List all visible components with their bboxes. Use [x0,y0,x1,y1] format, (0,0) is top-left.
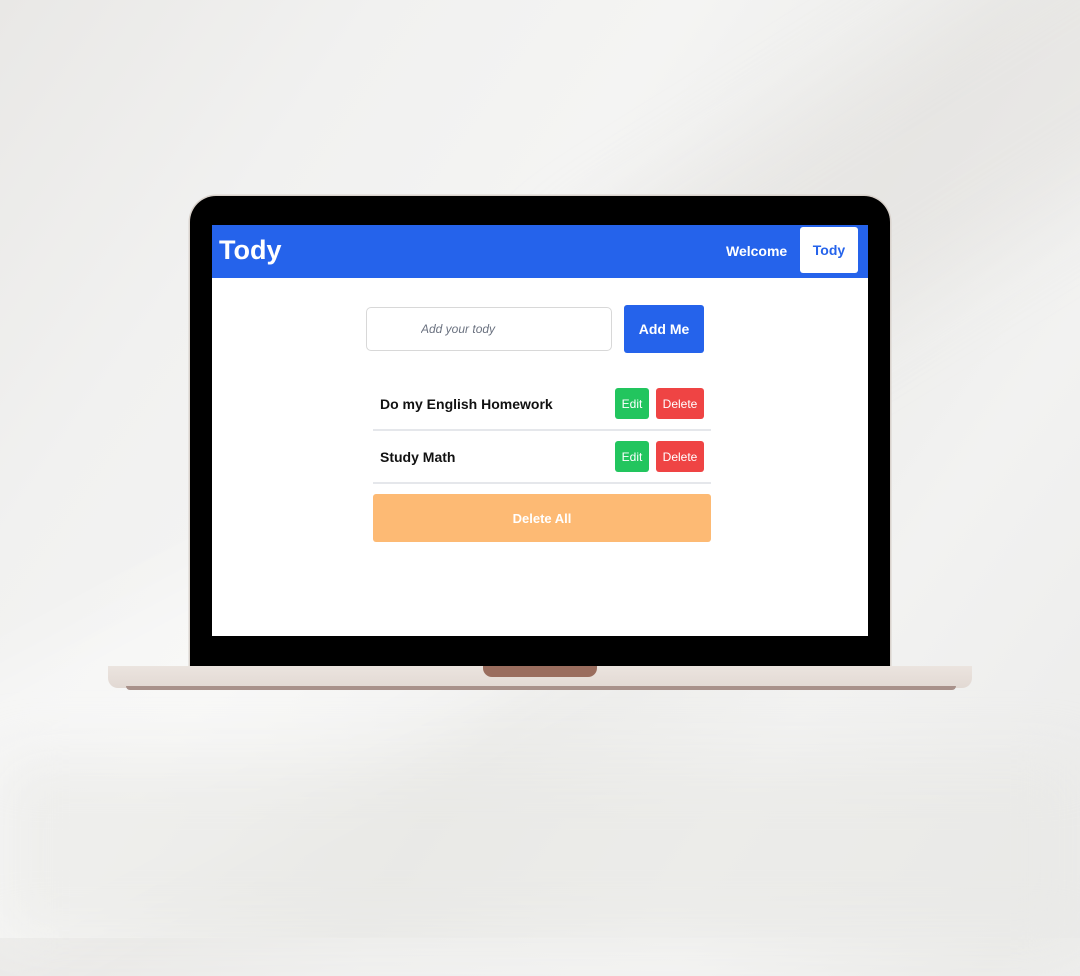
laptop-screen: Tody Welcome Tody Add Me Do my English H… [212,225,868,636]
todo-item: Study Math Edit Delete [373,431,711,484]
brand-logo[interactable]: Tody [219,235,282,266]
add-todo-button[interactable]: Add Me [624,305,704,353]
edit-button[interactable]: Edit [615,441,649,472]
delete-button[interactable]: Delete [656,388,704,419]
laptop-base-edge [126,686,956,690]
navbar: Tody Welcome Tody [212,225,868,278]
todo-item: Do my English Homework Edit Delete [373,378,711,431]
nav-link-welcome[interactable]: Welcome [726,243,787,259]
todo-text: Do my English Homework [380,396,553,412]
nav-link-tody[interactable]: Tody [800,227,858,273]
edit-button[interactable]: Edit [615,388,649,419]
todo-list: Do my English Homework Edit Delete Study… [373,378,711,484]
todo-input[interactable] [366,307,612,351]
laptop-notch [483,666,597,677]
delete-button[interactable]: Delete [656,441,704,472]
delete-all-button[interactable]: Delete All [373,494,711,542]
todo-text: Study Math [380,449,456,465]
background-shade [0,760,1080,940]
